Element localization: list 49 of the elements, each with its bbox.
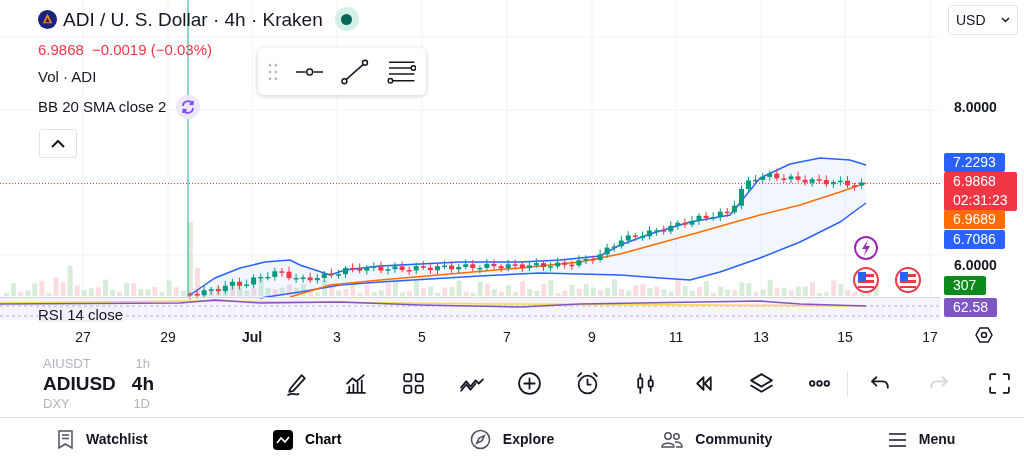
flag-icon[interactable] [853, 267, 879, 293]
date-tick: 15 [836, 328, 854, 347]
price-label: 6.9868 02:31:23 [944, 172, 1017, 211]
refresh-icon[interactable] [176, 95, 201, 119]
date-tick: 29 [159, 328, 177, 347]
nav-tab[interactable]: Community [614, 429, 820, 450]
date-tick: 13 [752, 328, 770, 347]
currency-dropdown[interactable]: USD [948, 5, 1018, 35]
indicator-label: RSI 14 close [38, 307, 124, 322]
caret-icon [1001, 17, 1010, 23]
change-text: −0.0019 (−0.03%) [91, 40, 212, 60]
parallel-lines-icon[interactable] [386, 58, 416, 85]
lightning-icon[interactable] [854, 236, 878, 260]
date-tick: Jul [240, 328, 264, 347]
chevron-up-icon [51, 139, 65, 148]
bookmark-list-icon [57, 430, 75, 449]
date-tick: 11 [667, 328, 685, 347]
price-label: 6.9689 [944, 210, 1005, 229]
coin-logo-icon [38, 9, 57, 29]
indicator-label: BB 20 SMA close 2 [38, 96, 167, 117]
collapse-button[interactable] [39, 129, 77, 158]
date-tick: 9 [587, 328, 597, 347]
flag-icon[interactable] [895, 267, 921, 293]
nav-tab[interactable]: Chart [204, 429, 410, 450]
date-tick: 5 [417, 328, 427, 347]
chart-icon [272, 429, 293, 450]
price-label: 307 [944, 276, 986, 295]
date-tick: 17 [921, 328, 939, 347]
price-label: 7.2293 [944, 153, 1005, 172]
nav-tab[interactable]: Explore [409, 429, 615, 450]
nav-tab[interactable]: Watchlist [0, 429, 205, 450]
date-tick: 3 [332, 328, 342, 347]
price-text: 6.9868 [38, 40, 84, 60]
people-icon [661, 430, 684, 449]
settings-icon[interactable] [975, 326, 993, 344]
date-tick: 7 [502, 328, 512, 347]
chart-title: ADI / U. S. Dollar · 4h · Kraken [63, 9, 323, 29]
price-label: 6.7086 [944, 230, 1005, 249]
trend-line-icon[interactable] [341, 58, 369, 85]
menu-icon [887, 431, 907, 448]
date-tick: 27 [74, 328, 92, 347]
price-label: 62.58 [944, 298, 998, 317]
indicator-label: Vol · ADI [38, 67, 97, 87]
compass-icon [469, 429, 491, 450]
price-tick: 6.0000 [954, 258, 997, 272]
horizontal-line-icon[interactable] [295, 67, 324, 76]
drag-handle-icon[interactable] [268, 62, 278, 81]
price-tick: 8.0000 [954, 100, 997, 114]
nav-tab[interactable]: Menu [819, 429, 1024, 450]
